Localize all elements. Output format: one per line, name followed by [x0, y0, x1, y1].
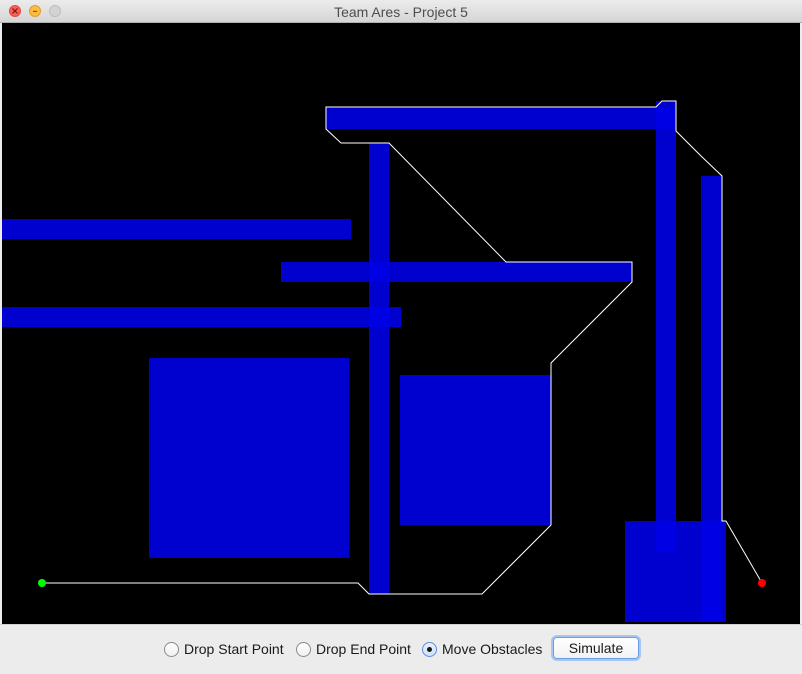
move-obstacles-label: Move Obstacles: [442, 641, 543, 657]
title-bar: × – Team Ares - Project 5: [0, 0, 802, 23]
radio-unselected-icon[interactable]: [164, 641, 179, 657]
obstacle[interactable]: [369, 143, 389, 594]
drop-end-point-label: Drop End Point: [316, 641, 411, 657]
drop-end-point-radio[interactable]: Drop End Point: [296, 640, 411, 658]
obstacle[interactable]: [149, 358, 349, 558]
radio-unselected-icon[interactable]: [296, 641, 311, 657]
obstacle[interactable]: [656, 101, 676, 552]
obstacle[interactable]: [400, 375, 551, 525]
move-obstacles-radio[interactable]: Move Obstacles: [422, 640, 542, 658]
simulation-svg[interactable]: [2, 23, 800, 624]
simulation-canvas[interactable]: [2, 23, 800, 624]
control-bar: Drop Start Point Drop End Point Move Obs…: [0, 624, 802, 674]
obstacle[interactable]: [625, 521, 726, 622]
end-point[interactable]: [758, 579, 766, 587]
obstacle[interactable]: [281, 262, 632, 282]
radio-selected-icon[interactable]: [422, 641, 437, 657]
obstacle[interactable]: [2, 219, 351, 239]
obstacle[interactable]: [2, 307, 401, 327]
obstacle[interactable]: [326, 107, 676, 129]
drop-start-point-label: Drop Start Point: [184, 641, 284, 657]
simulate-button[interactable]: Simulate: [553, 637, 639, 659]
obstacle-layer: [2, 101, 726, 622]
window-title: Team Ares - Project 5: [334, 4, 468, 20]
drop-start-point-radio[interactable]: Drop Start Point: [164, 640, 284, 658]
start-point[interactable]: [38, 579, 46, 587]
